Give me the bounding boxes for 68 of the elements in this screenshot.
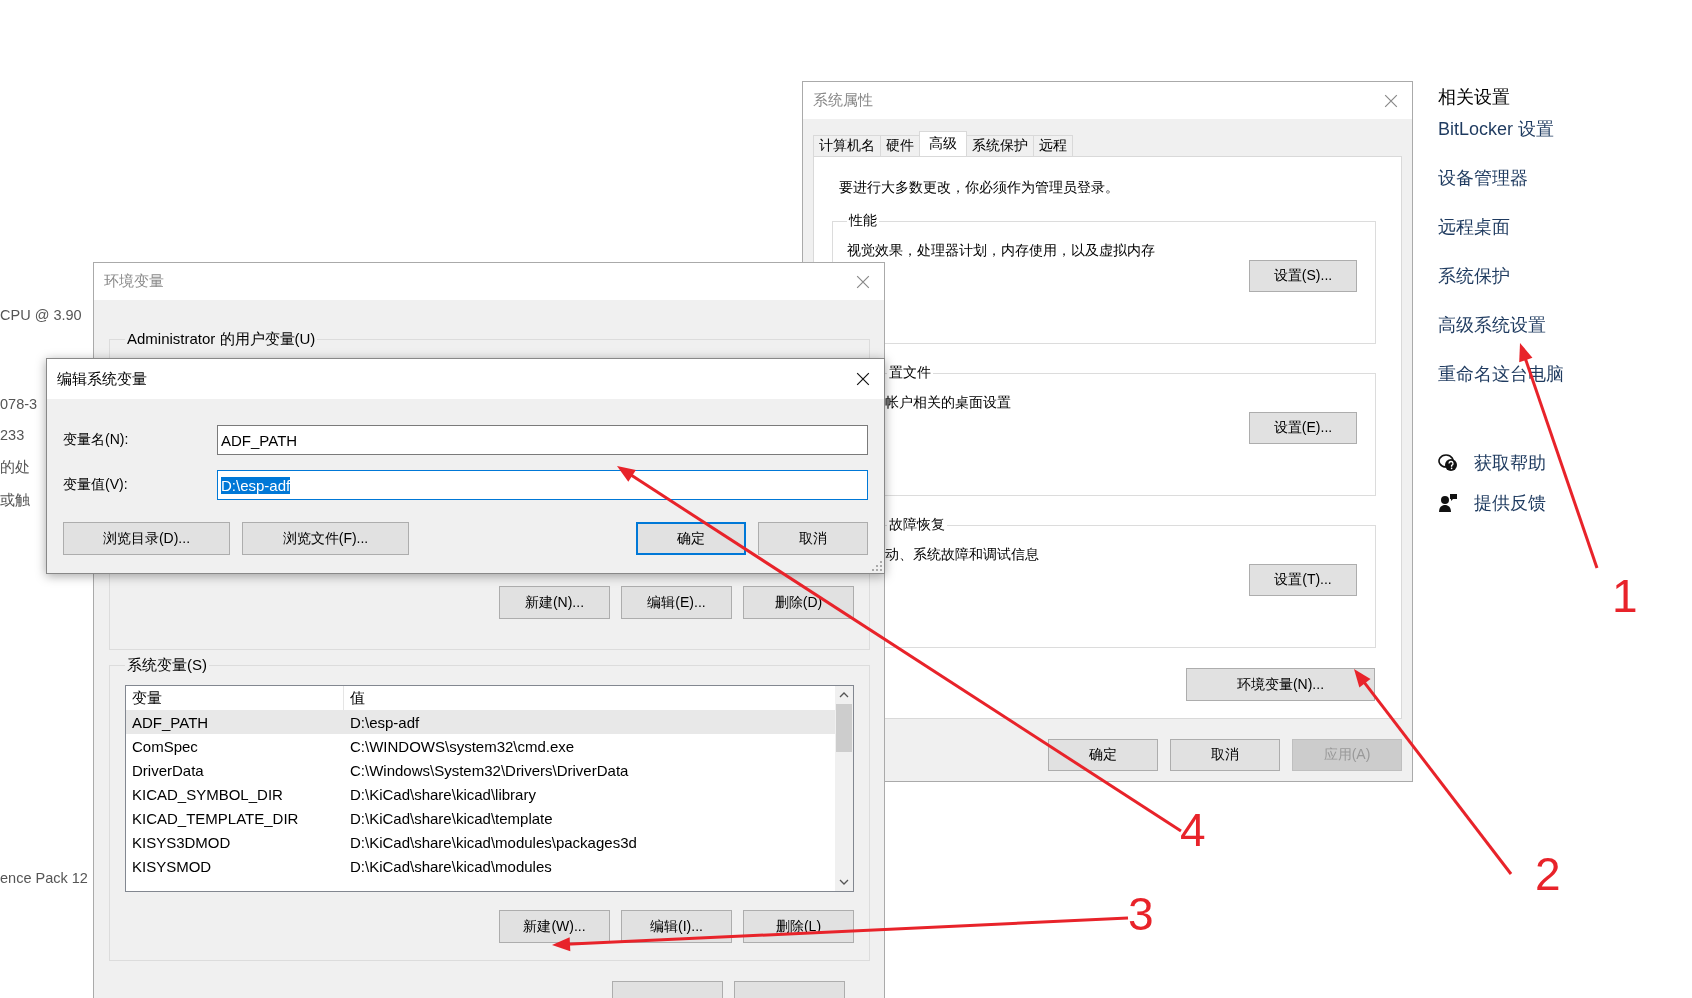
field-label: 变量值(V):	[63, 476, 129, 494]
group-label: 性能	[847, 212, 878, 230]
list-action-button[interactable]: 新建(W)...	[499, 910, 610, 943]
settings-button[interactable]: 设置(T)...	[1249, 564, 1357, 596]
dialog-button[interactable]: 确定	[1048, 739, 1158, 771]
list-action-button[interactable]: 编辑(E)...	[621, 586, 732, 619]
scrollbar-thumb[interactable]	[836, 704, 852, 752]
settings-link[interactable]: 高级系统设置	[1438, 312, 1546, 338]
notice-text: 要进行大多数更改，你必须作为管理员登录。	[839, 179, 1120, 197]
close-icon[interactable]	[856, 372, 870, 386]
variable-row[interactable]: KISYS3DMOD D:\KiCad\share\kicad\modules\packages3d	[126, 830, 835, 854]
scroll-up-icon[interactable]	[839, 692, 849, 698]
background-text: 078-3	[0, 395, 38, 414]
annotation-number: 2	[1535, 848, 1561, 900]
help-link[interactable]: 获取帮助	[1474, 450, 1546, 476]
help-link[interactable]: 提供反馈	[1474, 490, 1546, 516]
field-label: 变量名(N):	[63, 431, 130, 449]
list-action-button[interactable]: 新建(N)...	[499, 586, 610, 619]
variable-row[interactable]: KISYSMOD D:\KiCad\share\kicad\modules	[126, 854, 835, 878]
group-label: 置文件	[888, 364, 932, 382]
scrollbar[interactable]	[835, 686, 853, 891]
window-title: 系统属性	[813, 91, 873, 110]
annotation-number: 4	[1180, 804, 1206, 856]
section-heading: 相关设置	[1438, 86, 1510, 109]
input-field[interactable]: D:\esp-adf	[217, 470, 868, 500]
background-text: 的处	[0, 458, 30, 477]
group-label: Administrator 的用户变量(U)	[126, 330, 317, 349]
dialog-button[interactable]: 取消	[1170, 739, 1280, 771]
settings-link[interactable]: BitLocker 设置	[1438, 116, 1555, 142]
settings-button[interactable]: 设置(S)...	[1249, 260, 1357, 292]
background-text: 或触	[0, 491, 30, 510]
settings-link[interactable]: 系统保护	[1438, 263, 1510, 289]
variable-row[interactable]: ADF_PATH D:\esp-adf	[126, 710, 835, 734]
settings-button[interactable]: 设置(E)...	[1249, 412, 1357, 444]
background-text: CPU @ 3.90	[0, 306, 82, 325]
settings-link[interactable]: 远程桌面	[1438, 214, 1510, 240]
background-text: 233	[0, 426, 25, 445]
list-action-button[interactable]: 编辑(I)...	[621, 910, 732, 943]
person-feedback-icon	[1438, 493, 1458, 513]
window-title: 环境变量	[104, 272, 164, 291]
dialog-button[interactable]: 取消	[758, 522, 868, 555]
group-description: 动、系统故障和调试信息	[884, 546, 1039, 564]
annotation-number: 3	[1128, 888, 1154, 940]
dialog-button[interactable]: 确定	[636, 522, 746, 555]
window-title: 编辑系统变量	[57, 369, 147, 389]
variable-row[interactable]: DriverData C:\Windows\System32\Drivers\DriverData	[126, 758, 835, 782]
group-label: 故障恢复	[888, 516, 946, 534]
background-text: ence Pack 12	[0, 869, 88, 888]
tab[interactable]: 计算机名	[813, 135, 881, 156]
tab[interactable]: 高级	[919, 131, 967, 156]
dialog-button[interactable]: 浏览目录(D)...	[63, 522, 230, 555]
chat-question-icon	[1438, 453, 1458, 473]
environment-variables-button[interactable]: 环境变量(N)...	[1186, 668, 1375, 701]
resize-grip-icon[interactable]	[872, 561, 882, 571]
variable-row[interactable]: ComSpec C:\WINDOWS\system32\cmd.exe	[126, 734, 835, 758]
group-description: 帐户相关的桌面设置	[884, 394, 1011, 412]
scroll-down-icon[interactable]	[839, 879, 849, 885]
group-description: 视觉效果，处理器计划，内存使用，以及虚拟内存	[847, 242, 1155, 260]
dialog-button[interactable]: 浏览文件(F)...	[242, 522, 409, 555]
annotation-number: 1	[1612, 570, 1638, 622]
variable-row[interactable]: KICAD_SYMBOL_DIR D:\KiCad\share\kicad\library	[126, 782, 835, 806]
list-action-button[interactable]: 删除(D)	[743, 586, 854, 619]
group-label: 系统变量(S)	[126, 656, 208, 675]
input-field[interactable]: ADF_PATH	[217, 425, 868, 455]
variable-row[interactable]: KICAD_TEMPLATE_DIR D:\KiCad\share\kicad\template	[126, 806, 835, 830]
tab[interactable]: 远程	[1033, 135, 1073, 156]
settings-link[interactable]: 设备管理器	[1438, 165, 1528, 191]
column-header: 值	[349, 688, 365, 708]
